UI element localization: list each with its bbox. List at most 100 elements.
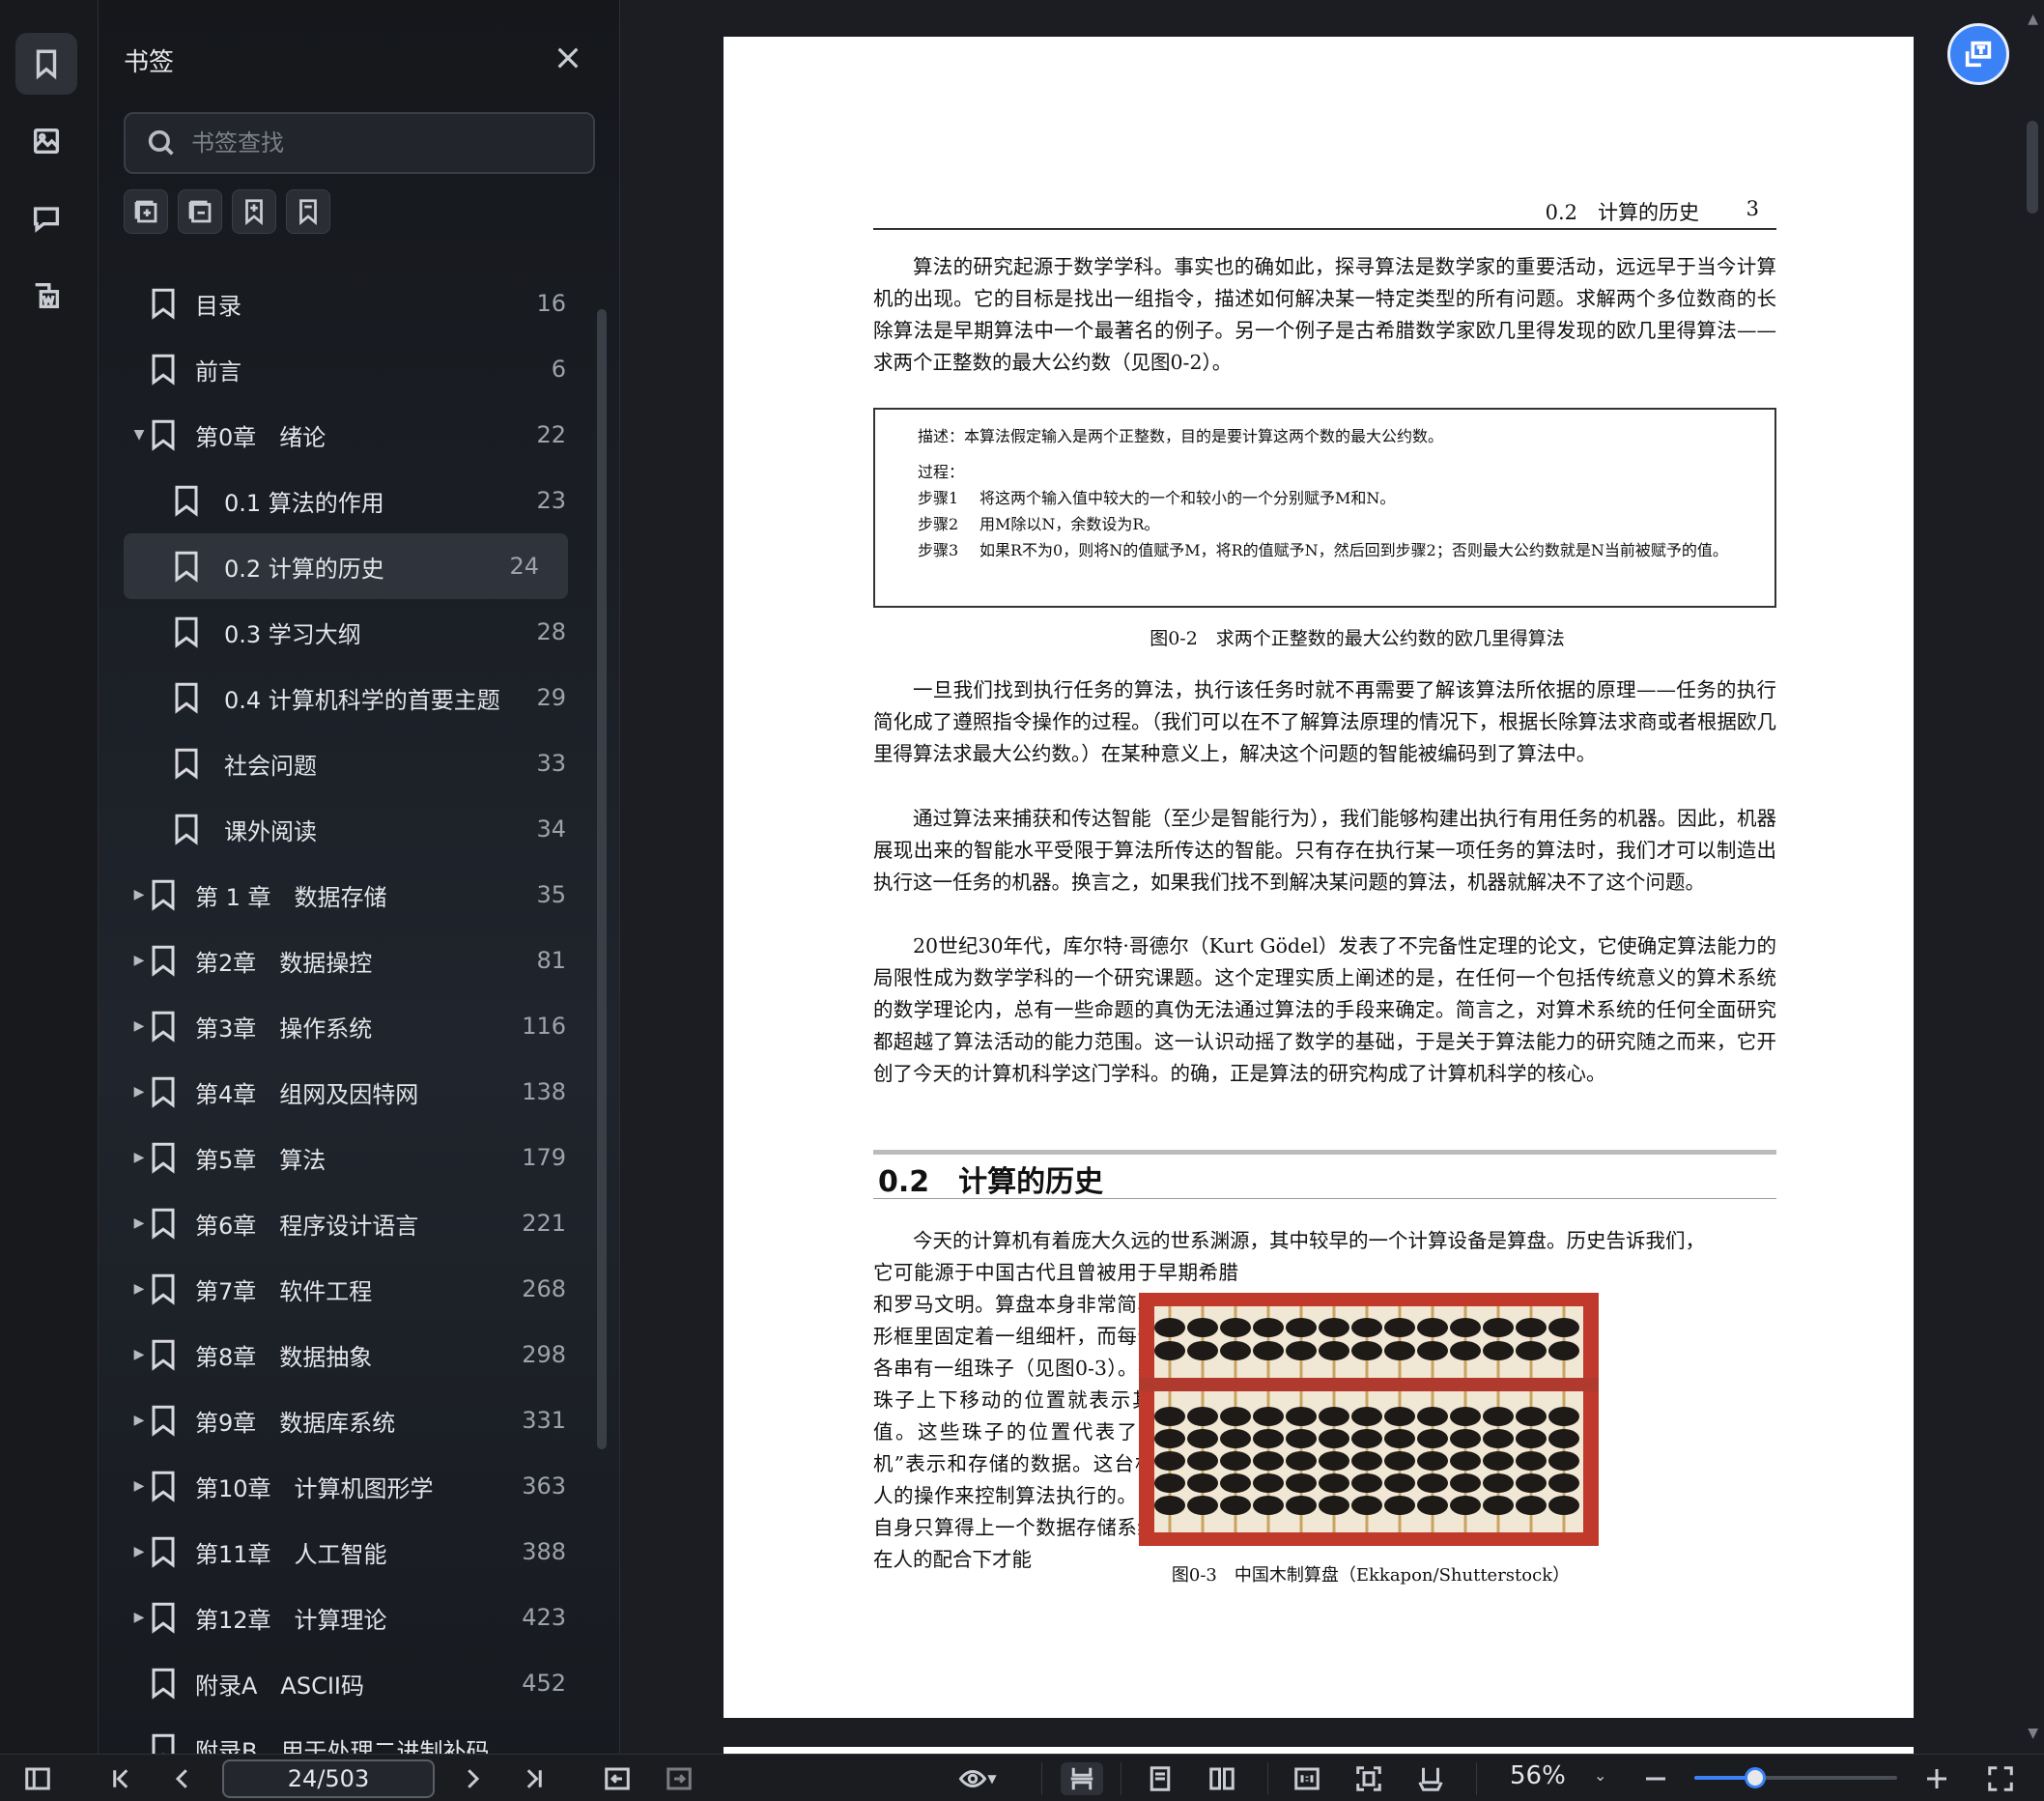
bookmark-page-number: 6	[551, 356, 566, 383]
forward-button[interactable]	[663, 1762, 696, 1795]
abacus-bead	[1351, 1407, 1382, 1426]
bookmark-item[interactable]: 课外阅读 34	[124, 796, 595, 862]
comment-panel-button[interactable]	[15, 187, 77, 249]
page-number-input[interactable]: 24/503	[222, 1759, 435, 1798]
caret-right-icon[interactable]: ▶	[131, 1413, 147, 1428]
bottom-toolbar: 24/503 ▼ 56% ⌄	[0, 1754, 2044, 1801]
expand-all-button[interactable]	[124, 189, 168, 234]
fullscreen-button[interactable]	[1984, 1762, 2017, 1795]
toggle-sidebar-button[interactable]	[21, 1762, 54, 1795]
bookmark-item[interactable]: 0.4 计算机科学的首要主题 29	[124, 665, 595, 730]
fit-width-button[interactable]	[1414, 1762, 1447, 1795]
abacus-bead	[1187, 1341, 1218, 1360]
abacus-bead	[1319, 1429, 1349, 1448]
floating-action-button[interactable]	[1947, 23, 2009, 85]
bookmark-page-number: 388	[522, 1538, 566, 1565]
bookmark-panel-button[interactable]	[15, 33, 77, 95]
caret-right-icon[interactable]: ▶	[131, 887, 147, 902]
bookmark-item[interactable]: 0.2 计算的历史 24	[124, 533, 568, 599]
scroll-down-arrow[interactable]: ▼	[2028, 1726, 2038, 1741]
zoom-slider-knob[interactable]	[1745, 1767, 1766, 1788]
add-child-bookmark-button[interactable]	[286, 189, 330, 234]
back-button[interactable]	[601, 1762, 634, 1795]
algorithm-step-1: 步骤1 将这两个输入值中较大的一个和较小的一个分别赋予M和N。	[918, 485, 1732, 511]
chevron-down-icon[interactable]: ⌄	[1594, 1766, 1606, 1785]
bookmark-item[interactable]: ▼ 第0章 绪论 22	[124, 402, 595, 468]
caret-right-icon[interactable]: ▶	[131, 1544, 147, 1559]
bookmark-list-scrollbar[interactable]	[597, 309, 607, 1449]
last-page-button[interactable]	[518, 1762, 551, 1795]
abacus-bead	[1384, 1318, 1415, 1337]
bookmark-icon	[172, 746, 201, 781]
abacus-bead	[1483, 1341, 1514, 1360]
caret-right-icon[interactable]: ▶	[131, 1610, 147, 1625]
panel-title: 书签	[124, 48, 175, 77]
abacus-bead	[1286, 1496, 1317, 1515]
fit-page-button[interactable]	[1352, 1762, 1385, 1795]
bookmark-item[interactable]: ▶ 第3章 操作系统 116	[124, 993, 595, 1059]
caret-right-icon[interactable]: ▶	[131, 1084, 147, 1100]
caret-right-icon[interactable]: ▶	[131, 1150, 147, 1165]
caret-right-icon[interactable]: ▶	[131, 1281, 147, 1297]
bookmark-page-number: 22	[536, 421, 566, 448]
bookmark-item[interactable]: ▶ 第 1 章 数据存储 35	[124, 862, 595, 928]
scroll-up-arrow[interactable]: ▲	[2028, 12, 2038, 27]
abacus-bead	[1450, 1473, 1481, 1493]
zoom-slider[interactable]	[1694, 1767, 1897, 1788]
caret-right-icon[interactable]: ▶	[131, 1215, 147, 1231]
algorithm-process-label: 过程：	[918, 463, 965, 481]
bookmark-item[interactable]: ▶ 第2章 数据操控 81	[124, 928, 595, 993]
bookmark-item[interactable]: ▶ 第4章 组网及因特网 138	[124, 1059, 595, 1125]
next-page-button[interactable]	[456, 1762, 489, 1795]
bookmark-item[interactable]: ▶ 第6章 程序设计语言 221	[124, 1190, 595, 1256]
bookmark-item[interactable]: ▶ 第8章 数据抽象 298	[124, 1322, 595, 1387]
bookmark-item[interactable]: ▶ 第10章 计算机图形学 363	[124, 1453, 595, 1519]
abacus-bead	[1450, 1429, 1481, 1448]
caret-right-icon[interactable]: ▶	[131, 1347, 147, 1362]
bookmark-item[interactable]: 附录A ASCII码 452	[124, 1650, 595, 1716]
zoom-out-button[interactable]	[1639, 1762, 1672, 1795]
caret-down-icon[interactable]: ▼	[131, 427, 147, 443]
bookmark-item[interactable]: 0.3 学习大纲 28	[124, 599, 595, 665]
actual-size-button[interactable]	[1291, 1762, 1323, 1795]
collapse-all-button[interactable]	[178, 189, 222, 234]
abacus-bead	[1483, 1407, 1514, 1426]
caret-right-icon[interactable]: ▶	[131, 953, 147, 968]
bookmark-item[interactable]: ▶ 第7章 软件工程 268	[124, 1256, 595, 1322]
caret-right-icon[interactable]: ▶	[131, 1478, 147, 1494]
bookmark-label: 课外阅读	[224, 817, 317, 845]
continuous-scroll-button[interactable]	[1061, 1762, 1103, 1795]
bookmark-icon	[149, 352, 178, 386]
abacus-bead	[1417, 1473, 1448, 1493]
bookmark-item[interactable]: 0.1 算法的作用 23	[124, 468, 595, 533]
document-scrollbar[interactable]	[2027, 121, 2038, 214]
running-head-title: 0.2 计算的历史	[1545, 201, 1699, 224]
abacus-bead	[1548, 1451, 1579, 1471]
close-panel-button[interactable]	[553, 43, 583, 73]
add-bookmark-button[interactable]	[232, 189, 276, 234]
bookmark-item[interactable]: 目录 16	[124, 271, 595, 336]
image-icon	[33, 128, 60, 155]
bookmark-item[interactable]: ▶ 第5章 算法 179	[124, 1125, 595, 1190]
view-mode-button[interactable]: ▼	[951, 1762, 1005, 1795]
bookmark-item[interactable]: 前言 6	[124, 336, 595, 402]
bookmark-item[interactable]: 社会问题 33	[124, 730, 595, 796]
bookmark-item[interactable]: ▶ 第11章 人工智能 388	[124, 1519, 595, 1585]
single-page-button[interactable]	[1144, 1762, 1177, 1795]
first-page-button[interactable]	[104, 1762, 137, 1795]
zoom-level[interactable]: 56%	[1510, 1761, 1566, 1790]
previous-page-button[interactable]	[166, 1762, 199, 1795]
abacus-bead	[1516, 1341, 1547, 1360]
bookmark-item[interactable]: ▶ 第12章 计算理论 423	[124, 1585, 595, 1650]
zoom-in-button[interactable]	[1920, 1762, 1953, 1795]
bookmark-page-number: 16	[536, 290, 566, 317]
caret-right-icon[interactable]: ▶	[131, 1018, 147, 1034]
bookmark-item[interactable]: ▶ 第9章 数据库系统 331	[124, 1387, 595, 1453]
abacus-bead	[1187, 1407, 1218, 1426]
thumbnail-panel-button[interactable]	[15, 110, 77, 172]
minus-icon	[1646, 1777, 1665, 1781]
two-page-button[interactable]	[1206, 1762, 1238, 1795]
bookmark-search-input[interactable]	[191, 129, 558, 157]
convert-panel-button[interactable]	[15, 265, 77, 327]
bookmark-label: 第8章 数据抽象	[195, 1343, 373, 1371]
